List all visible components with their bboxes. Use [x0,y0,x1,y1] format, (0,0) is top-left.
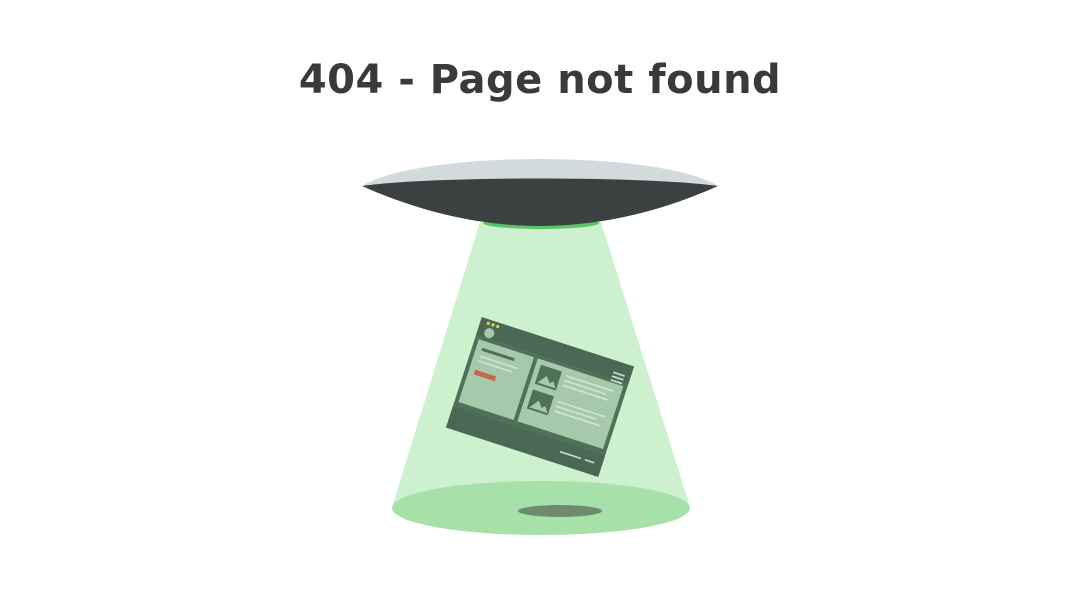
error-page: 404 - Page not found [0,0,1080,600]
ufo [362,159,718,226]
ufo-body [362,178,718,226]
shadow [518,505,602,517]
ufo-illustration [362,159,718,535]
